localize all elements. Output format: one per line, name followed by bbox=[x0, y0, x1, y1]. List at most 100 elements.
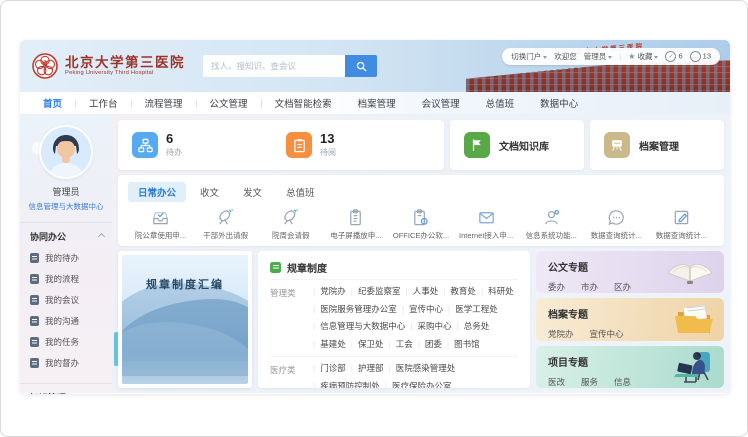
nav-item-meetings[interactable]: 会议管理 bbox=[409, 96, 473, 110]
special-projects[interactable]: 项目专题 医改服务信息 bbox=[536, 346, 724, 388]
hospital-name-en: Peking University Third Hospital bbox=[65, 70, 185, 76]
special-link[interactable]: 区办 bbox=[614, 281, 631, 293]
nav-item-data-center[interactable]: 数据中心 bbox=[527, 96, 591, 110]
todo-counter[interactable]: ✓6 bbox=[665, 51, 682, 62]
search-button[interactable] bbox=[345, 55, 377, 77]
rule-link[interactable]: 采购中心 bbox=[405, 320, 451, 334]
rule-link[interactable]: 信息管理与大数据中心 bbox=[308, 320, 405, 334]
shortcut-info-system-function[interactable]: 信息系统功能... bbox=[519, 208, 584, 241]
shortcut-office-software[interactable]: OFFICE办公软... bbox=[388, 208, 453, 241]
sidebar-item[interactable]: 我的督办 bbox=[30, 352, 104, 373]
search-icon bbox=[356, 61, 367, 72]
rule-link[interactable]: 图书馆 bbox=[442, 338, 480, 352]
sidebar-item[interactable]: 我的沟通 bbox=[30, 310, 104, 331]
shortcut-data-query-stats-1[interactable]: 数据查询统计... bbox=[584, 208, 649, 241]
rule-link[interactable]: 总务处 bbox=[451, 320, 489, 334]
rules-row-medical: 医疗类 门诊部护理部医院感染管理处疾病预防控制处医疗保险办公室 bbox=[270, 356, 518, 388]
rule-link[interactable]: 教育处 bbox=[438, 285, 476, 299]
special-topics-column: 公文专题 委办市办区办 档案专题 bbox=[536, 251, 724, 388]
favorites-menu[interactable]: ★ 收藏 bbox=[628, 51, 658, 62]
archive-card[interactable]: 档案管理 bbox=[590, 120, 724, 170]
doc-knowledge-base-card[interactable]: 文档知识库 bbox=[450, 120, 584, 170]
sidebar-item-label: 我的会议 bbox=[45, 294, 79, 306]
sidebar-item[interactable]: 我的任务 bbox=[30, 331, 104, 352]
rule-link[interactable]: 保卫处 bbox=[346, 338, 384, 352]
nav-item-duty[interactable]: 总值班 bbox=[473, 96, 528, 110]
chat-dots-icon bbox=[607, 208, 626, 227]
rule-link[interactable]: 医院感染管理处 bbox=[383, 362, 455, 376]
document-icon bbox=[30, 316, 39, 326]
todo-count: 6 bbox=[166, 132, 182, 146]
nav-item-home[interactable]: 首页 bbox=[30, 96, 75, 110]
person-icon bbox=[542, 208, 561, 227]
todo-label: 待办 bbox=[166, 147, 182, 158]
rule-link[interactable]: 宣传中心 bbox=[397, 303, 443, 317]
tab-incoming-doc[interactable]: 收文 bbox=[190, 182, 229, 202]
document-icon bbox=[30, 274, 39, 284]
special-official-docs[interactable]: 公文专题 委办市办区办 bbox=[536, 251, 724, 293]
shortcut-seal-request[interactable]: 院公章使用申... bbox=[128, 208, 193, 241]
shortcut-data-query-stats-2[interactable]: 数据查询统计... bbox=[649, 208, 714, 241]
special-link[interactable]: 市办 bbox=[581, 281, 598, 293]
rule-link[interactable]: 护理部 bbox=[346, 362, 384, 376]
special-archives[interactable]: 档案专题 党院办宣传中心 bbox=[536, 298, 724, 340]
special-link[interactable]: 委办 bbox=[548, 281, 565, 293]
rule-link[interactable]: 疾病预防控制处 bbox=[308, 380, 380, 388]
special-link[interactable]: 信息 bbox=[614, 376, 631, 388]
star-icon: ★ bbox=[628, 52, 635, 61]
section-header-collab[interactable]: 协同办公 bbox=[30, 230, 104, 243]
username-menu[interactable]: 管理员 bbox=[584, 51, 613, 62]
sidebar-item[interactable]: 我的流程 bbox=[30, 268, 104, 289]
search-input[interactable] bbox=[203, 55, 345, 77]
nav-item-doc-search[interactable]: 文档智能检索 bbox=[262, 96, 345, 110]
sidebar-section-knowledge: 知识管理 我的知识我的总结 bbox=[20, 383, 112, 394]
nav-item-archive[interactable]: 档案管理 bbox=[345, 96, 409, 110]
rule-link[interactable]: 团委 bbox=[413, 338, 442, 352]
rulebook-title: 规章制度汇编 bbox=[122, 276, 248, 292]
switch-portal-button[interactable]: 切换门户 bbox=[511, 51, 547, 62]
portal-app: 北京大学第三医院 Peking University Third Hospita… bbox=[20, 40, 730, 394]
special-link[interactable]: 医改 bbox=[548, 376, 565, 388]
special-link[interactable]: 宣传中心 bbox=[590, 328, 624, 340]
sidebar: 管理员 信息管理与大数据中心 协同办公 我的待办我的流程我的会议我的沟通我的任务… bbox=[20, 115, 112, 393]
nav-item-documents[interactable]: 公文管理 bbox=[197, 96, 261, 110]
inbox-check-icon bbox=[151, 208, 170, 227]
rule-link[interactable]: 纪委监察室 bbox=[346, 285, 401, 299]
nav-item-workbench[interactable]: 工作台 bbox=[76, 96, 131, 110]
rule-link[interactable]: 科研处 bbox=[476, 285, 514, 299]
shortcut-weekly-meeting-leave[interactable]: 院周会请假 bbox=[258, 208, 323, 241]
chat-circle-icon: … bbox=[690, 51, 701, 62]
sidebar-item[interactable]: 我的待办 bbox=[30, 247, 104, 268]
rulebook-cover[interactable]: 规章制度汇编 bbox=[118, 251, 252, 388]
rule-link[interactable]: 人事处 bbox=[400, 285, 438, 299]
nav-item-process[interactable]: 流程管理 bbox=[132, 96, 196, 110]
shortcut-led-screen-request[interactable]: 电子屏播放申... bbox=[323, 208, 388, 241]
rule-link[interactable]: 医学工程处 bbox=[443, 303, 498, 317]
special-link[interactable]: 党院办 bbox=[548, 328, 574, 340]
shortcut-internet-access[interactable]: Internet接入申... bbox=[454, 208, 519, 241]
rulebook-cover-image: 规章制度汇编 bbox=[122, 255, 248, 384]
sidebar-department-link[interactable]: 信息管理与大数据中心 bbox=[20, 201, 112, 212]
rules-row-management: 管理类 党院办纪委监察室人事处教育处科研处医院服务管理办公室宣传中心医学工程处信… bbox=[270, 279, 518, 356]
pen-square-icon bbox=[672, 208, 691, 227]
rule-link[interactable]: 基建处 bbox=[308, 338, 346, 352]
rule-link[interactable]: 门诊部 bbox=[308, 362, 346, 376]
sidebar-item[interactable]: 我的会议 bbox=[30, 289, 104, 310]
shortcut-cadre-leave[interactable]: 干部外出请假 bbox=[193, 208, 258, 241]
section-header-knowledge[interactable]: 知识管理 bbox=[30, 391, 104, 394]
toread-stat[interactable]: 13待阅 bbox=[286, 132, 430, 158]
tab-duty[interactable]: 总值班 bbox=[276, 182, 325, 202]
todo-stat[interactable]: 6待办 bbox=[132, 132, 276, 158]
clipboard-icon bbox=[346, 208, 365, 227]
rule-link[interactable]: 医疗保险办公室 bbox=[380, 380, 452, 388]
special-link[interactable]: 服务 bbox=[581, 376, 598, 388]
sitemap-icon bbox=[132, 132, 158, 158]
tab-daily-office[interactable]: 日常办公 bbox=[128, 182, 186, 202]
rule-link[interactable]: 医院服务管理办公室 bbox=[308, 303, 397, 317]
rule-link[interactable]: 党院办 bbox=[308, 285, 346, 299]
rule-link[interactable]: 工会 bbox=[383, 338, 412, 352]
tab-outgoing-doc[interactable]: 发文 bbox=[233, 182, 272, 202]
chevron-down-icon bbox=[654, 56, 658, 59]
archive-card-label: 档案管理 bbox=[639, 138, 679, 153]
message-counter[interactable]: …13 bbox=[690, 51, 711, 62]
